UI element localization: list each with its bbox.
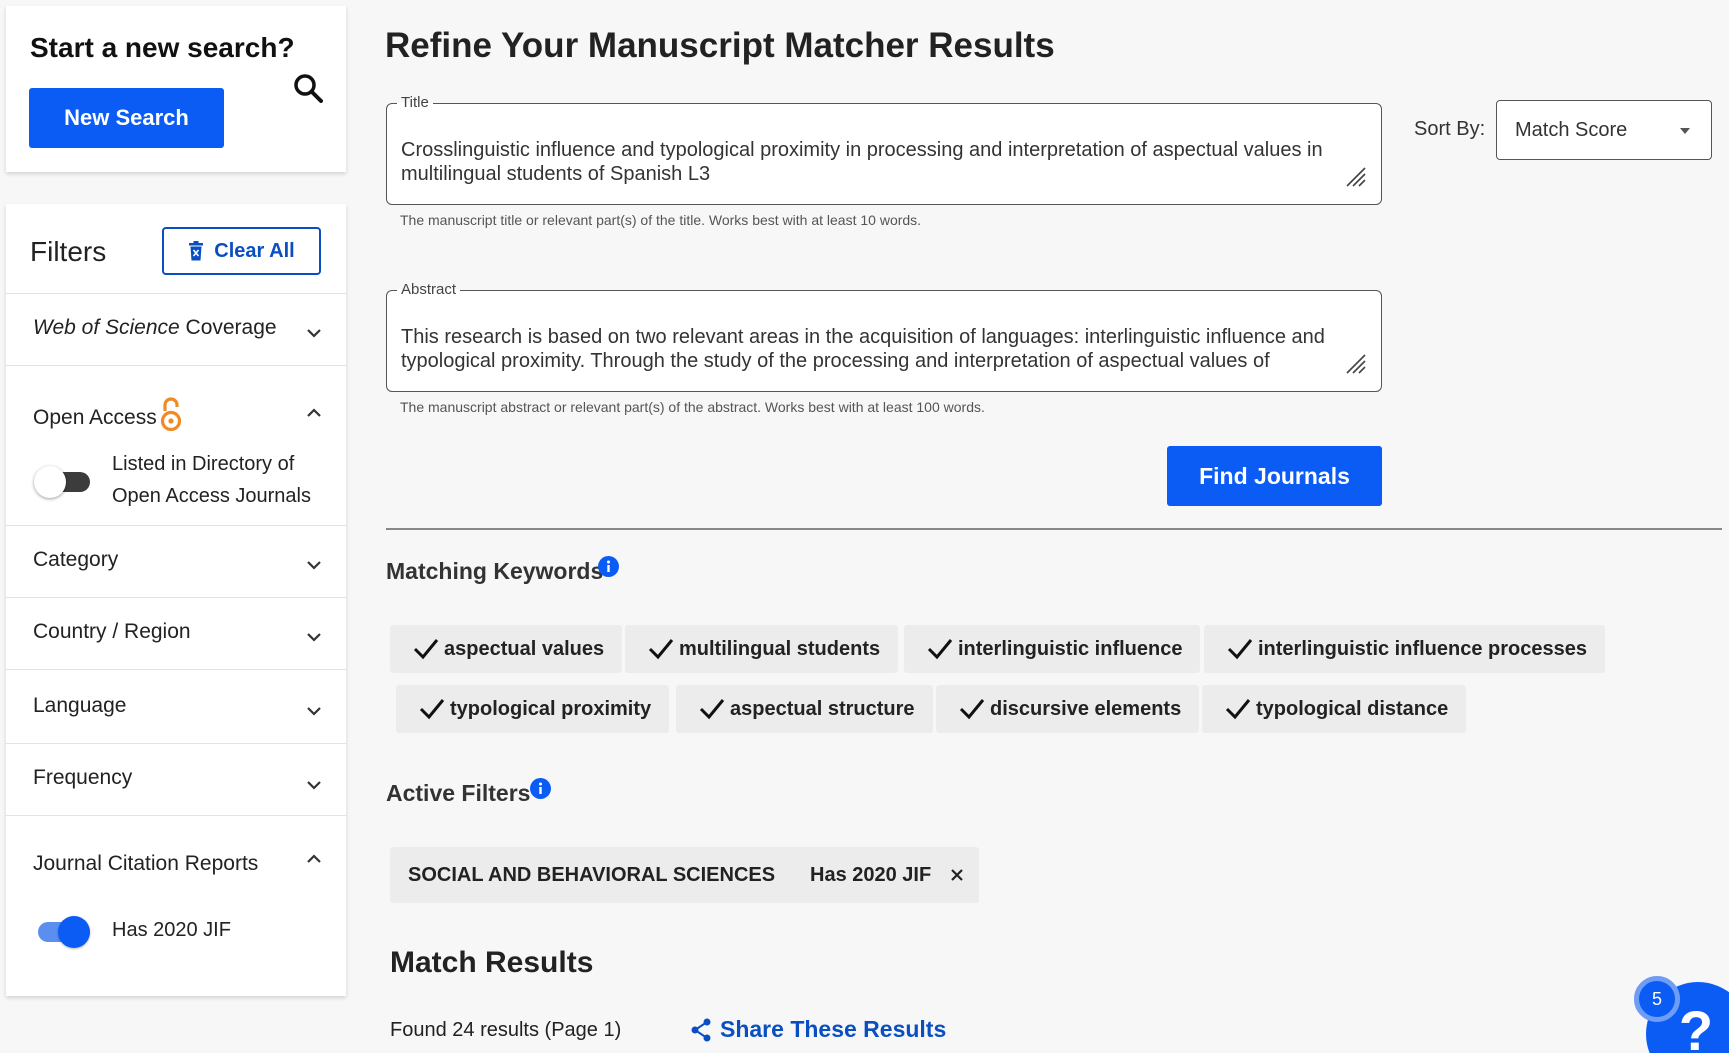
share-results-link[interactable]: Share These Results	[690, 1016, 946, 1043]
keyword-chip[interactable]: interlinguistic influence processes	[1204, 625, 1605, 673]
abstract-helper-text: The manuscript abstract or relevant part…	[400, 399, 985, 415]
matching-keywords-title: Matching Keywords	[386, 558, 604, 584]
check-icon	[699, 699, 725, 720]
jif-label: Has 2020 JIF	[112, 919, 231, 941]
filter-open-access: Open Access Listed in Directory of Open …	[6, 366, 346, 526]
keyword-label: discursive elements	[990, 697, 1182, 720]
active-filters-title: Active Filters	[386, 780, 531, 806]
keyword-label: aspectual values	[444, 637, 605, 660]
sort-by-select[interactable]: Match Score	[1496, 100, 1712, 160]
filter-country-region-label: Country / Region	[33, 620, 191, 643]
active-filter-chip: Has 2020 JIF	[792, 847, 980, 903]
filter-open-access-label[interactable]: Open Access	[33, 406, 157, 430]
active-filter-label: SOCIAL AND BEHAVIORAL SCIENCES	[408, 863, 776, 886]
chevron-up-icon[interactable]	[306, 854, 322, 864]
filter-jcr: Journal Citation Reports Has 2020 JIF	[6, 816, 346, 996]
filter-language[interactable]: Language	[6, 670, 346, 744]
title-helper-text: The manuscript title or relevant part(s)…	[400, 212, 922, 228]
keyword-label: interlinguistic influence processes	[1258, 637, 1587, 660]
check-icon	[959, 699, 985, 720]
chevron-down-icon	[307, 633, 321, 642]
match-results-title: Match Results	[390, 946, 594, 979]
active-filter-chip: SOCIAL AND BEHAVIORAL SCIENCES	[390, 847, 824, 903]
info-icon[interactable]	[598, 556, 619, 577]
chevron-down-icon	[307, 329, 321, 338]
filters-header: Filters Clear All	[6, 204, 346, 294]
share-icon	[691, 1018, 711, 1041]
keyword-chip[interactable]: typological distance	[1202, 685, 1467, 733]
check-icon	[1225, 699, 1251, 720]
jif-toggle-knob	[58, 916, 90, 948]
search-icon[interactable]	[292, 72, 326, 106]
title-textarea[interactable]: Title Crosslinguistic influence and typo…	[386, 94, 1382, 205]
doaj-toggle-knob	[34, 466, 66, 498]
keyword-chip[interactable]: aspectual structure	[676, 685, 933, 733]
doaj-toggle[interactable]	[34, 464, 90, 498]
resize-handle-icon[interactable]	[1343, 164, 1367, 188]
filter-category-label: Category	[33, 548, 119, 571]
new-search-button[interactable]: New Search	[29, 88, 224, 148]
chevron-down-icon	[307, 707, 321, 716]
resize-handle-icon[interactable]	[1343, 351, 1367, 375]
help-notification-badge[interactable]: 5	[1634, 976, 1680, 1022]
section-divider	[386, 528, 1722, 530]
filters-title: Filters	[30, 236, 107, 267]
page-title: Refine Your Manuscript Matcher Results	[385, 26, 1055, 65]
sort-by-value: Match Score	[1515, 119, 1628, 141]
keyword-label: interlinguistic influence	[958, 637, 1183, 660]
keyword-chip[interactable]: typological proximity	[396, 685, 670, 733]
title-field-value[interactable]: Crosslinguistic influence and typologica…	[401, 138, 1341, 186]
share-results-label: Share These Results	[720, 1016, 947, 1042]
chevron-down-icon	[307, 561, 321, 570]
check-icon	[648, 639, 674, 660]
keyword-label: multilingual students	[679, 637, 881, 660]
title-field-legend: Title	[397, 94, 433, 111]
sort-by-label: Sort By:	[1414, 118, 1486, 140]
filter-frequency[interactable]: Frequency	[6, 744, 346, 816]
filters-panel: Filters Clear All Web of Science Coverag…	[6, 204, 346, 996]
find-journals-button[interactable]: Find Journals	[1167, 446, 1382, 506]
keyword-label: typological proximity	[450, 697, 652, 720]
keyword-chip[interactable]: multilingual students	[625, 625, 899, 673]
abstract-field-value[interactable]: This research is based on two relevant a…	[401, 325, 1341, 373]
keyword-chip[interactable]: interlinguistic influence	[904, 625, 1201, 673]
svg-text:?: ?	[1679, 999, 1713, 1053]
filter-language-label: Language	[33, 694, 127, 717]
clear-all-label: Clear All	[214, 239, 295, 262]
jif-toggle[interactable]	[34, 914, 90, 948]
filter-frequency-label: Frequency	[33, 766, 133, 789]
chevron-up-icon[interactable]	[306, 408, 322, 418]
clear-all-button[interactable]: Clear All	[162, 227, 321, 275]
check-icon	[419, 699, 445, 720]
filter-wos-coverage-label: Web of Science Coverage	[33, 316, 277, 339]
keyword-label: typological distance	[1256, 697, 1449, 720]
filter-country-region[interactable]: Country / Region	[6, 598, 346, 670]
keyword-chip[interactable]: discursive elements	[936, 685, 1200, 733]
filter-jcr-label[interactable]: Journal Citation Reports	[33, 852, 258, 876]
keyword-chip[interactable]: aspectual values	[390, 625, 623, 673]
doaj-label: Listed in Directory of Open Access Journ…	[112, 453, 311, 507]
caret-down-icon	[1680, 128, 1690, 134]
trash-icon	[189, 241, 204, 261]
open-access-lock-icon	[160, 397, 182, 432]
abstract-field-legend: Abstract	[397, 281, 461, 298]
filter-category[interactable]: Category	[6, 526, 346, 598]
new-search-card: Start a new search? New Search	[6, 6, 346, 172]
results-count: Found 24 results (Page 1)	[390, 1019, 622, 1041]
close-icon[interactable]	[951, 869, 963, 881]
active-filter-label: Has 2020 JIF	[810, 863, 932, 886]
check-icon	[927, 639, 953, 660]
chevron-down-icon	[307, 781, 321, 790]
check-icon	[413, 639, 439, 660]
info-icon[interactable]	[530, 778, 551, 799]
new-search-heading: Start a new search?	[30, 32, 295, 63]
abstract-textarea[interactable]: Abstract This research is based on two r…	[386, 281, 1382, 392]
keyword-label: aspectual structure	[730, 697, 915, 720]
filter-wos-coverage[interactable]: Web of Science Coverage	[6, 294, 346, 366]
check-icon	[1227, 639, 1253, 660]
